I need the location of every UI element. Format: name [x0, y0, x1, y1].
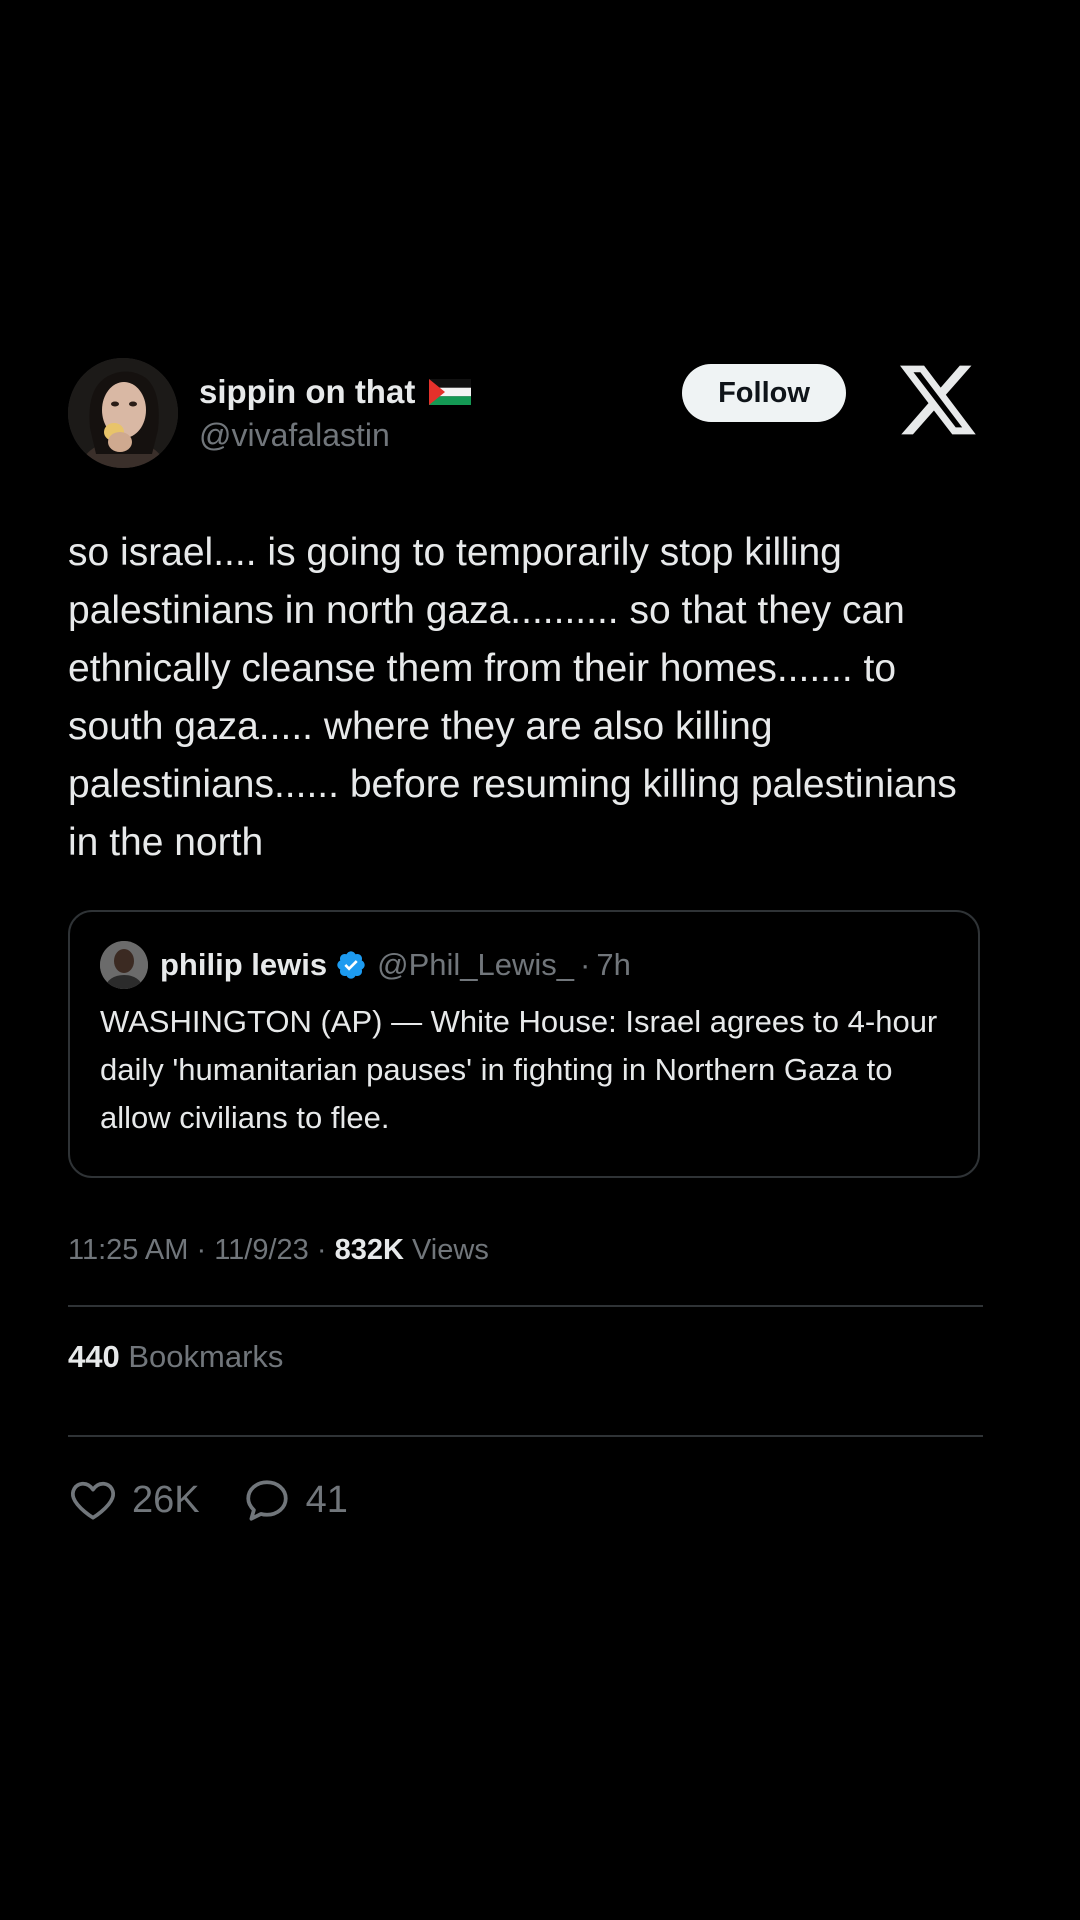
replies-count: 41 [305, 1478, 348, 1521]
tweet-header: sippin on that @vivafalastin Follow [68, 358, 983, 476]
heart-icon [71, 1481, 115, 1520]
verified-badge-icon [337, 951, 365, 979]
views-count: 832K [334, 1234, 404, 1266]
divider [68, 1305, 983, 1307]
divider [68, 1435, 983, 1437]
likes-count: 26K [132, 1478, 200, 1521]
like-button[interactable]: 26K [68, 1475, 200, 1525]
quoted-author-name[interactable]: philip lewis [160, 947, 327, 983]
quoted-author-handle[interactable]: @Phil_Lewis_ [377, 947, 574, 983]
author-handle[interactable]: @vivafalastin [199, 414, 471, 456]
separator-dot: · [580, 947, 591, 982]
quoted-tweet-time[interactable]: 7h [596, 947, 630, 983]
tweet-time[interactable]: 11:25 AM [68, 1234, 188, 1266]
bookmarks-label: Bookmarks [128, 1339, 284, 1374]
reply-bubble-icon [246, 1480, 288, 1521]
x-logo-icon[interactable] [900, 364, 976, 436]
bookmarks-count: 440 [68, 1339, 120, 1374]
author-names: sippin on that @vivafalastin [199, 372, 472, 456]
action-bar: 26K 41 [68, 1475, 983, 1525]
tweet-meta: 11:25 AM · 11/9/23 · 832K Views [68, 1230, 983, 1270]
author-avatar[interactable] [68, 358, 178, 468]
quoted-tweet[interactable]: philip lewis @Phil_Lewis_ · 7h WASHINGTO… [68, 910, 980, 1178]
quoted-tweet-text: WASHINGTON (AP) — White House: Israel ag… [100, 1004, 938, 1135]
separator-dot: · [196, 1234, 207, 1266]
bookmarks-stat[interactable]: 440 Bookmarks [68, 1337, 983, 1377]
separator-dot: · [316, 1234, 327, 1266]
palestine-flag-icon [429, 379, 472, 405]
tweet-card: sippin on that @vivafalastin Follow so i… [68, 358, 983, 1525]
quoted-tweet-header: philip lewis @Phil_Lewis_ · 7h [100, 940, 948, 990]
quoted-author-avatar[interactable] [100, 941, 148, 989]
follow-button[interactable]: Follow [682, 364, 846, 422]
reply-button[interactable]: 41 [242, 1475, 348, 1525]
tweet-text: so israel.... is going to temporarily st… [68, 531, 957, 864]
tweet-date[interactable]: 11/9/23 [214, 1234, 309, 1266]
views-label: Views [411, 1234, 489, 1266]
author-display-name[interactable]: sippin on that [199, 372, 415, 412]
